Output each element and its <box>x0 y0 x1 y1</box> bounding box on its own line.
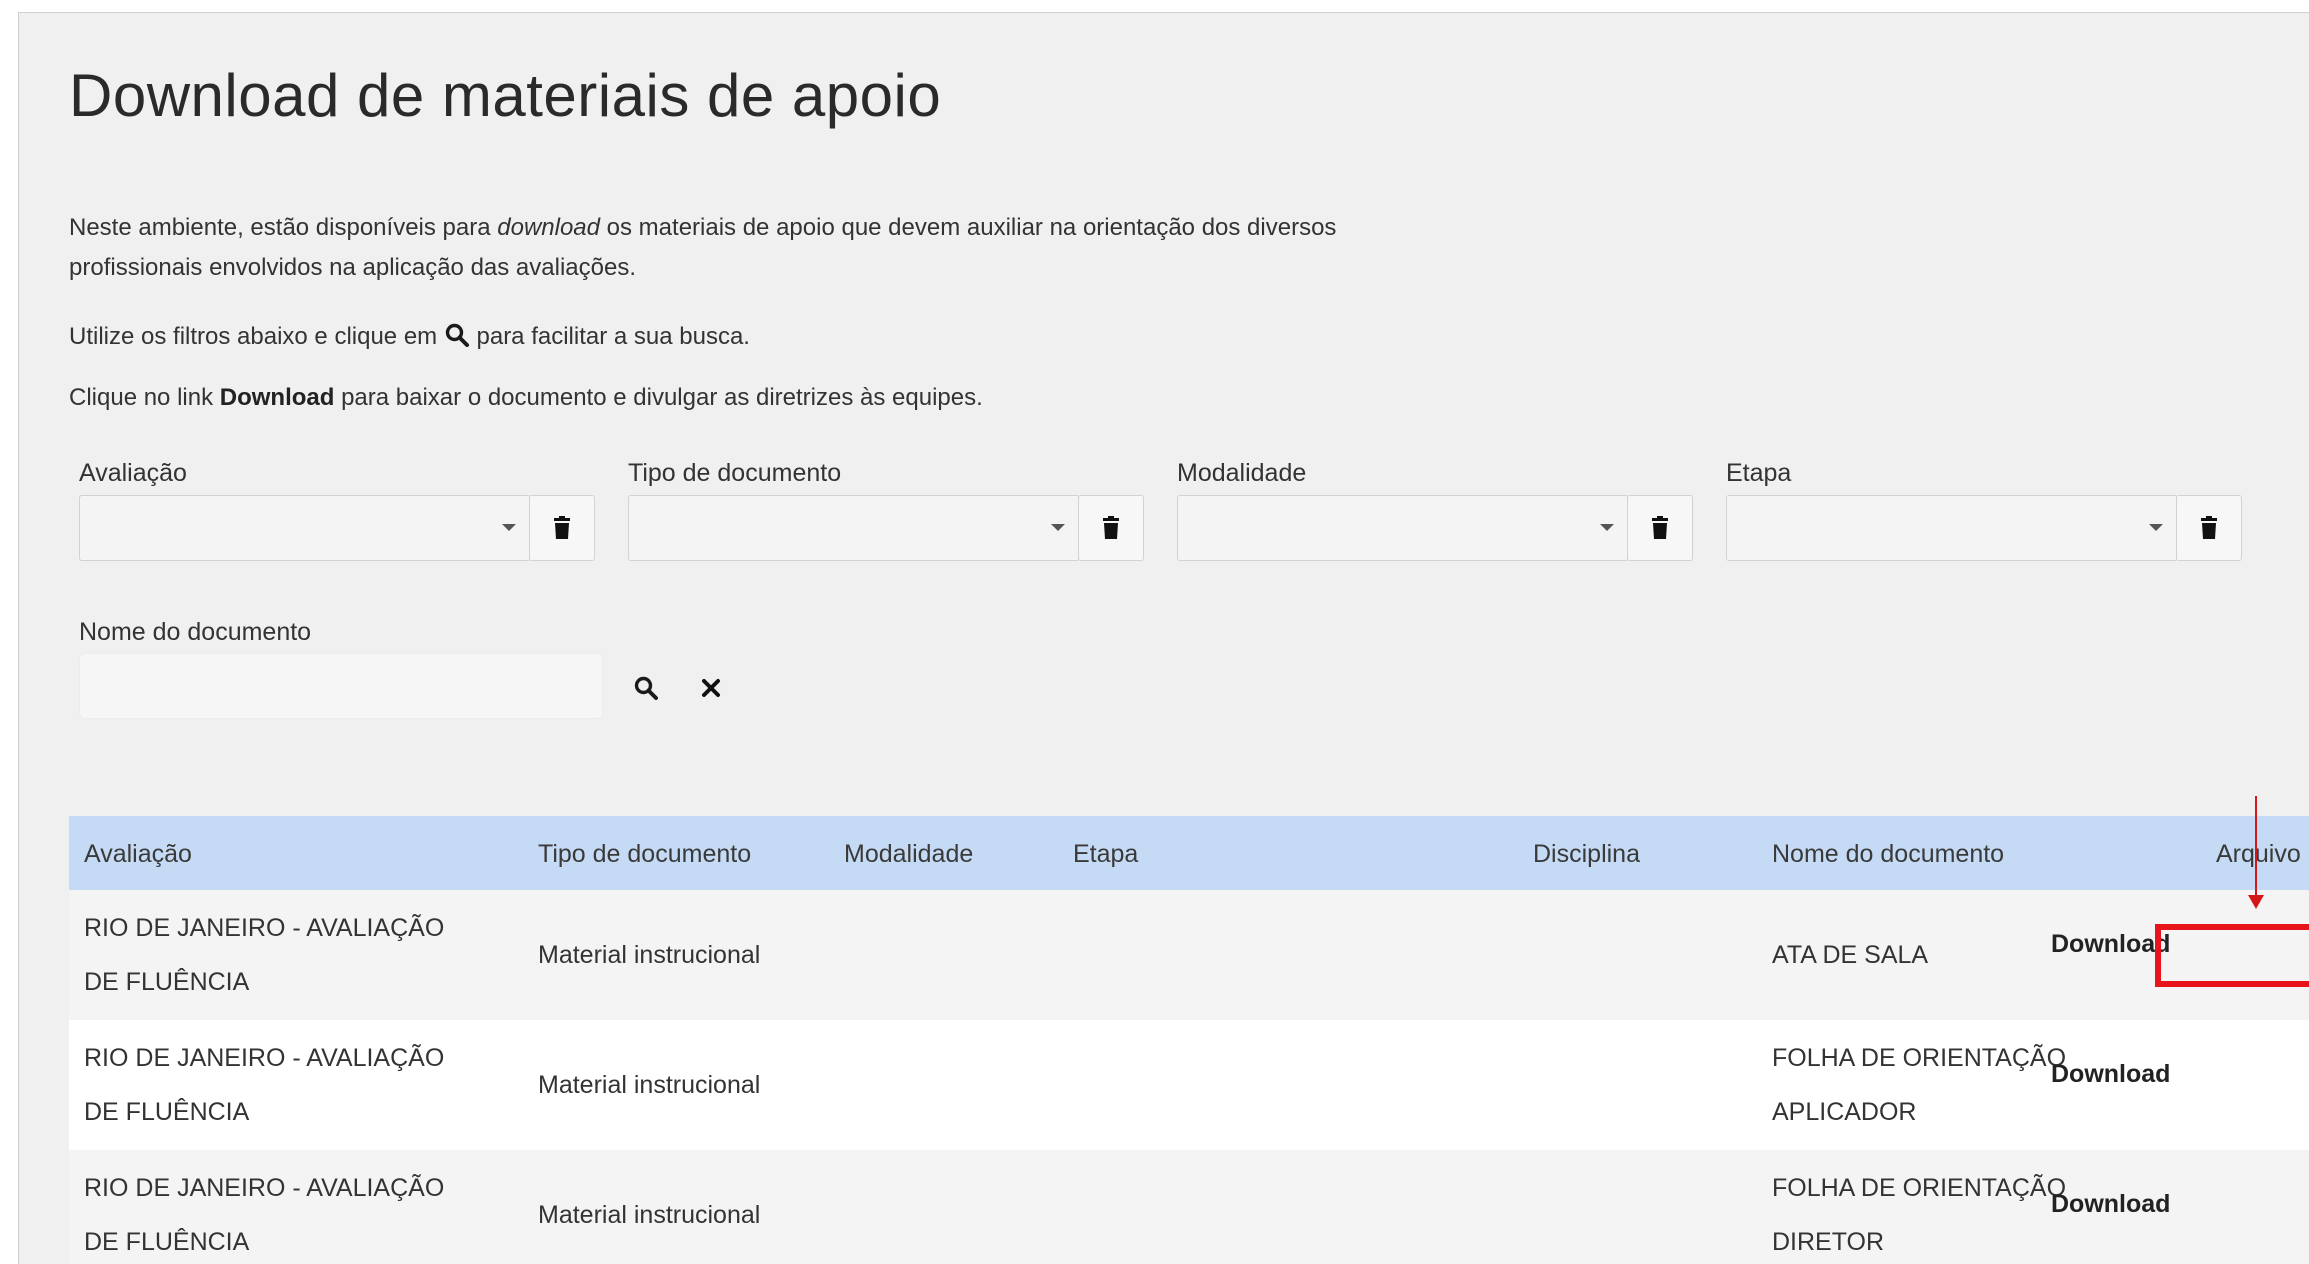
header-arquivo[interactable]: Arquivo <box>2216 840 2301 869</box>
header-nome[interactable]: Nome do documento <box>1772 840 2004 869</box>
table-row: RIO DE JANEIRO - AVALIAÇÃO DE FLUÊNCIA M… <box>69 1020 2309 1150</box>
intro-paragraph: Neste ambiente, estão disponíveis para d… <box>69 208 1469 288</box>
cell-tipo: Material instrucional <box>538 941 761 969</box>
intro-text-1: Neste ambiente, estão disponíveis para <box>69 214 498 241</box>
filters-hint-after: para facilitar a sua busca. <box>469 323 750 350</box>
header-modalidade[interactable]: Modalidade <box>844 840 973 869</box>
intro-emphasis: download <box>497 214 600 241</box>
trash-icon <box>1652 516 1668 539</box>
cell-avaliacao: RIO DE JANEIRO - AVALIAÇÃO DE FLUÊNCIA <box>84 1161 484 1264</box>
trash-icon <box>1103 516 1119 539</box>
clear-modalidade-button[interactable] <box>1627 495 1693 561</box>
filter-etapa-label: Etapa <box>1726 459 1792 487</box>
page-title: Download de materiais de apoio <box>69 62 942 129</box>
header-tipo[interactable]: Tipo de documento <box>538 840 751 869</box>
clear-avaliacao-button[interactable] <box>529 495 595 561</box>
header-avaliacao[interactable]: Avaliação <box>84 840 192 869</box>
cell-tipo: Material instrucional <box>538 1071 761 1099</box>
filter-avaliacao-label: Avaliação <box>79 459 187 487</box>
cell-avaliacao-line2: DE FLUÊNCIA <box>84 968 250 996</box>
chevron-down-icon <box>1600 524 1614 531</box>
download-hint-after: para baixar o documento e divulgar as di… <box>334 384 983 411</box>
table-header: Avaliação Tipo de documento Modalidade E… <box>69 816 2309 890</box>
cell-avaliacao: RIO DE JANEIRO - AVALIAÇÃO DE FLUÊNCIA <box>84 901 484 1009</box>
download-link[interactable]: Download <box>2051 1060 2170 1089</box>
header-disciplina[interactable]: Disciplina <box>1533 840 1640 869</box>
cell-tipo: Material instrucional <box>538 1201 761 1229</box>
cell-avaliacao-line1: RIO DE JANEIRO - AVALIAÇÃO <box>84 1044 445 1072</box>
chevron-down-icon <box>2149 524 2163 531</box>
clear-search-button[interactable] <box>694 671 728 705</box>
search-icon <box>634 676 658 700</box>
download-link[interactable]: Download <box>2051 1190 2170 1219</box>
download-hint-before: Clique no link <box>69 384 220 411</box>
annotation-arrow-head <box>2248 895 2264 909</box>
cell-avaliacao: RIO DE JANEIRO - AVALIAÇÃO DE FLUÊNCIA <box>84 1031 484 1139</box>
filters-hint-before: Utilize os filtros abaixo e clique em <box>69 323 444 350</box>
trash-icon <box>554 516 570 539</box>
cell-nome-line2: DIRETOR <box>1772 1228 1885 1256</box>
page-container: Download de materiais de apoio Neste amb… <box>18 12 2309 1264</box>
chevron-down-icon <box>502 524 516 531</box>
filter-etapa-select[interactable] <box>1726 495 2178 561</box>
header-etapa[interactable]: Etapa <box>1073 840 1138 869</box>
document-name-input[interactable] <box>79 653 603 719</box>
filter-modalidade-select[interactable] <box>1177 495 1629 561</box>
chevron-down-icon <box>1051 524 1065 531</box>
filter-avaliacao-select[interactable] <box>79 495 531 561</box>
cell-avaliacao-line1: RIO DE JANEIRO - AVALIAÇÃO <box>84 914 445 942</box>
cell-avaliacao-line2: DE FLUÊNCIA <box>84 1228 250 1256</box>
annotation-arrow <box>2255 796 2257 896</box>
filter-tipo-select[interactable] <box>628 495 1080 561</box>
close-icon <box>702 679 720 697</box>
cell-avaliacao-line1: RIO DE JANEIRO - AVALIAÇÃO <box>84 1174 445 1202</box>
search-button[interactable] <box>629 671 663 705</box>
filter-tipo-label: Tipo de documento <box>628 459 842 487</box>
cell-avaliacao-line2: DE FLUÊNCIA <box>84 1098 250 1126</box>
trash-icon <box>2201 516 2217 539</box>
filter-modalidade-label: Modalidade <box>1177 459 1307 487</box>
download-link[interactable]: Download <box>2051 930 2170 959</box>
filter-nome-label: Nome do documento <box>79 618 312 646</box>
download-hint: Clique no link Download para baixar o do… <box>69 384 983 412</box>
table-row: RIO DE JANEIRO - AVALIAÇÃO DE FLUÊNCIA M… <box>69 1150 2309 1264</box>
clear-etapa-button[interactable] <box>2176 495 2242 561</box>
table-row: RIO DE JANEIRO - AVALIAÇÃO DE FLUÊNCIA M… <box>69 890 2309 1020</box>
filters-hint: Utilize os filtros abaixo e clique em pa… <box>69 322 750 351</box>
download-hint-bold: Download <box>219 384 335 411</box>
cell-nome-line2: APLICADOR <box>1772 1098 1917 1126</box>
materials-table: Avaliação Tipo de documento Modalidade E… <box>69 816 2309 1264</box>
clear-tipo-button[interactable] <box>1078 495 1144 561</box>
search-icon <box>445 323 469 347</box>
download-highlight-box <box>2155 924 2309 987</box>
